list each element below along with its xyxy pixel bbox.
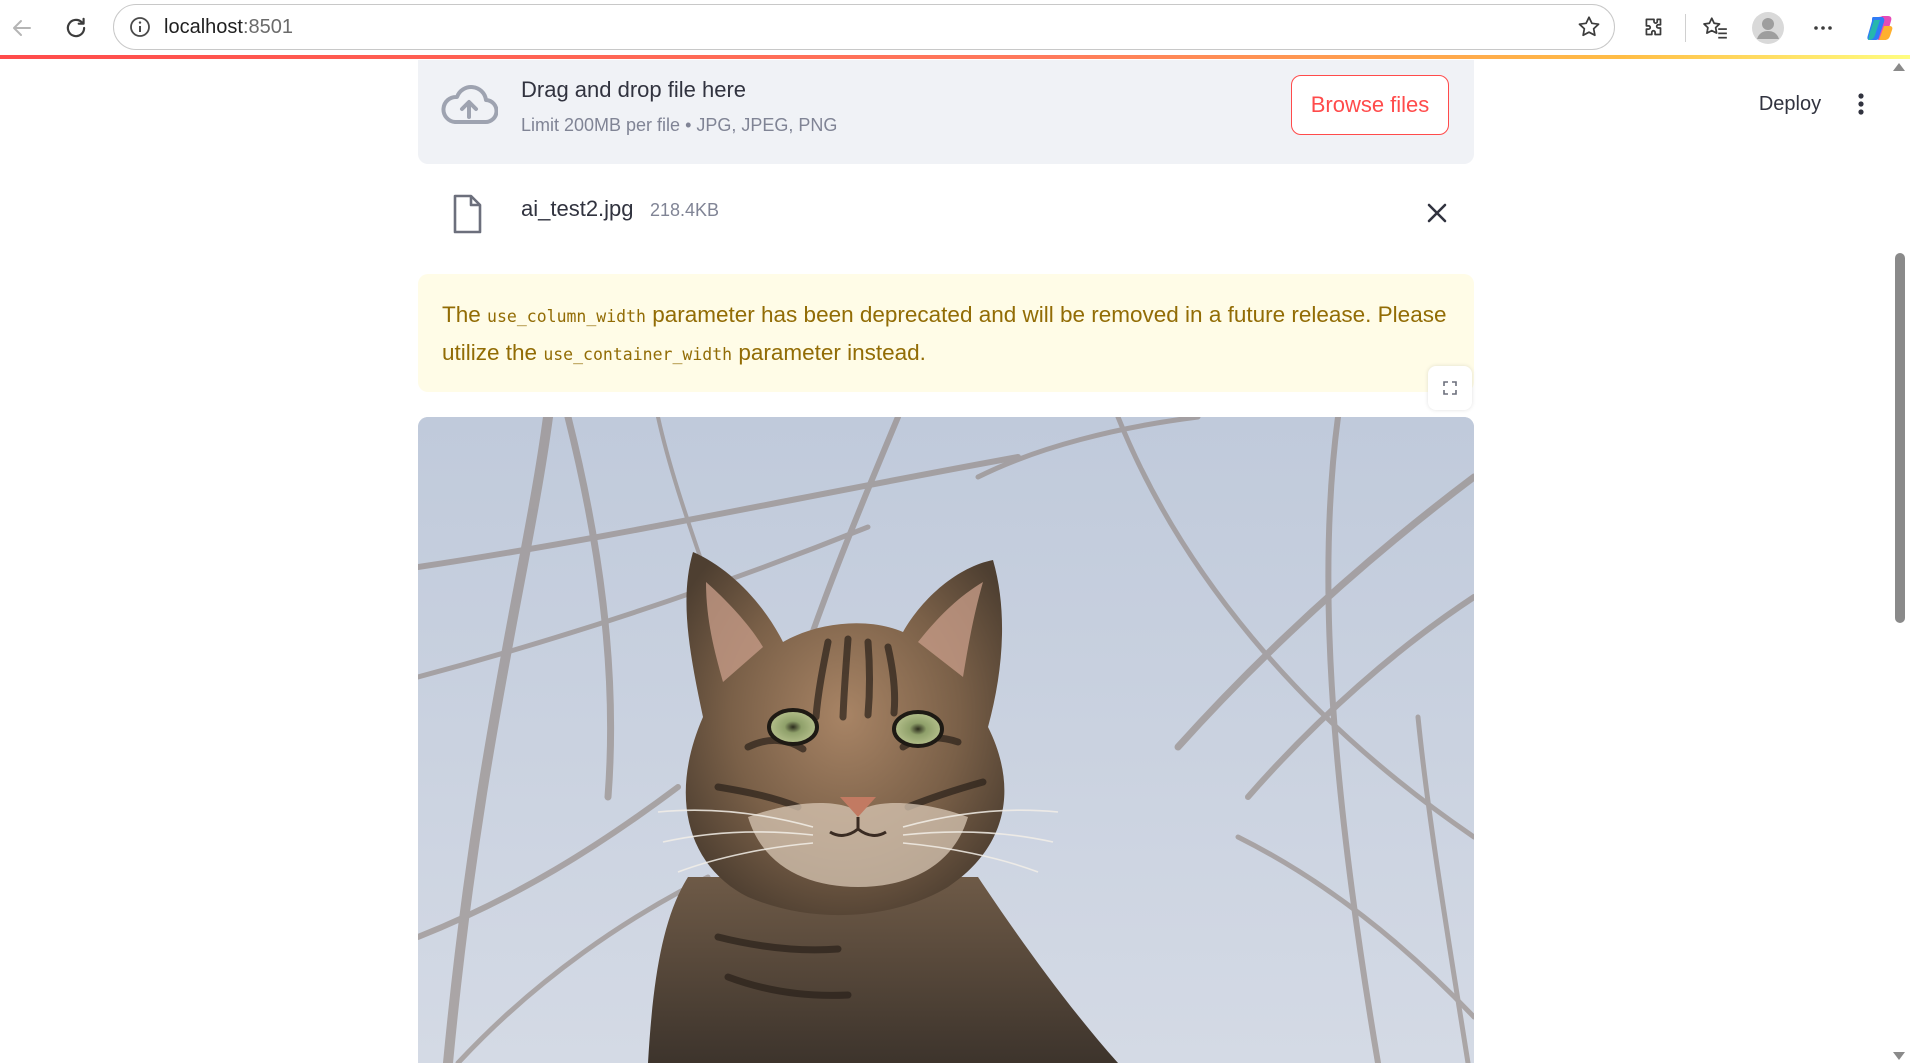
- remove-file-close-icon[interactable]: [1422, 198, 1452, 228]
- more-options-icon[interactable]: [1803, 8, 1843, 48]
- scroll-down-arrow-icon[interactable]: [1893, 1052, 1905, 1060]
- scroll-up-arrow-icon[interactable]: [1893, 63, 1905, 71]
- dropzone-limit-text: Limit 200MB per file • JPG, JPEG, PNG: [521, 115, 838, 135]
- favorite-star-icon[interactable]: [1576, 14, 1602, 44]
- toolbar-divider: [1685, 14, 1686, 42]
- browse-files-button[interactable]: Browse files: [1291, 75, 1449, 135]
- warning-text-1: The: [442, 302, 488, 327]
- deprecation-warning: The use_column_width parameter has been …: [418, 274, 1474, 392]
- scrollbar-thumb[interactable]: [1895, 253, 1905, 623]
- warning-text-3: parameter instead.: [732, 340, 926, 365]
- copilot-icon[interactable]: [1860, 8, 1900, 48]
- extensions-icon[interactable]: [1634, 8, 1674, 48]
- site-info-icon[interactable]: [128, 15, 152, 43]
- file-name: ai_test2.jpg: [521, 196, 634, 221]
- back-icon[interactable]: [2, 8, 42, 48]
- main-menu-icon[interactable]: [1846, 84, 1876, 124]
- reload-icon[interactable]: [56, 8, 96, 48]
- uploaded-cat-image: [418, 417, 1474, 1063]
- address-bar[interactable]: localhost:8501: [113, 4, 1615, 50]
- browser-toolbar: localhost:8501: [0, 0, 1910, 56]
- url-port: :8501: [242, 16, 293, 38]
- uploaded-file-row: ai_test2.jpg 218.4KB: [418, 180, 1474, 246]
- favorites-icon[interactable]: [1695, 8, 1735, 48]
- fullscreen-expand-icon[interactable]: [1428, 366, 1472, 410]
- file-icon: [451, 194, 483, 234]
- warning-code-2: use_container_width: [543, 345, 733, 364]
- deploy-button[interactable]: Deploy: [1740, 84, 1840, 124]
- file-size: 218.4KB: [650, 200, 720, 220]
- warning-code-1: use_column_width: [487, 307, 646, 326]
- url-host: localhost: [164, 16, 243, 38]
- profile-avatar-icon[interactable]: [1748, 8, 1788, 48]
- file-dropzone[interactable]: Drag and drop file here Limit 200MB per …: [418, 60, 1474, 164]
- cloud-upload-icon: [440, 84, 499, 128]
- dropzone-title: Drag and drop file here: [521, 77, 747, 102]
- loading-progress-bar: [0, 55, 1910, 59]
- url-text[interactable]: localhost:8501: [164, 16, 293, 39]
